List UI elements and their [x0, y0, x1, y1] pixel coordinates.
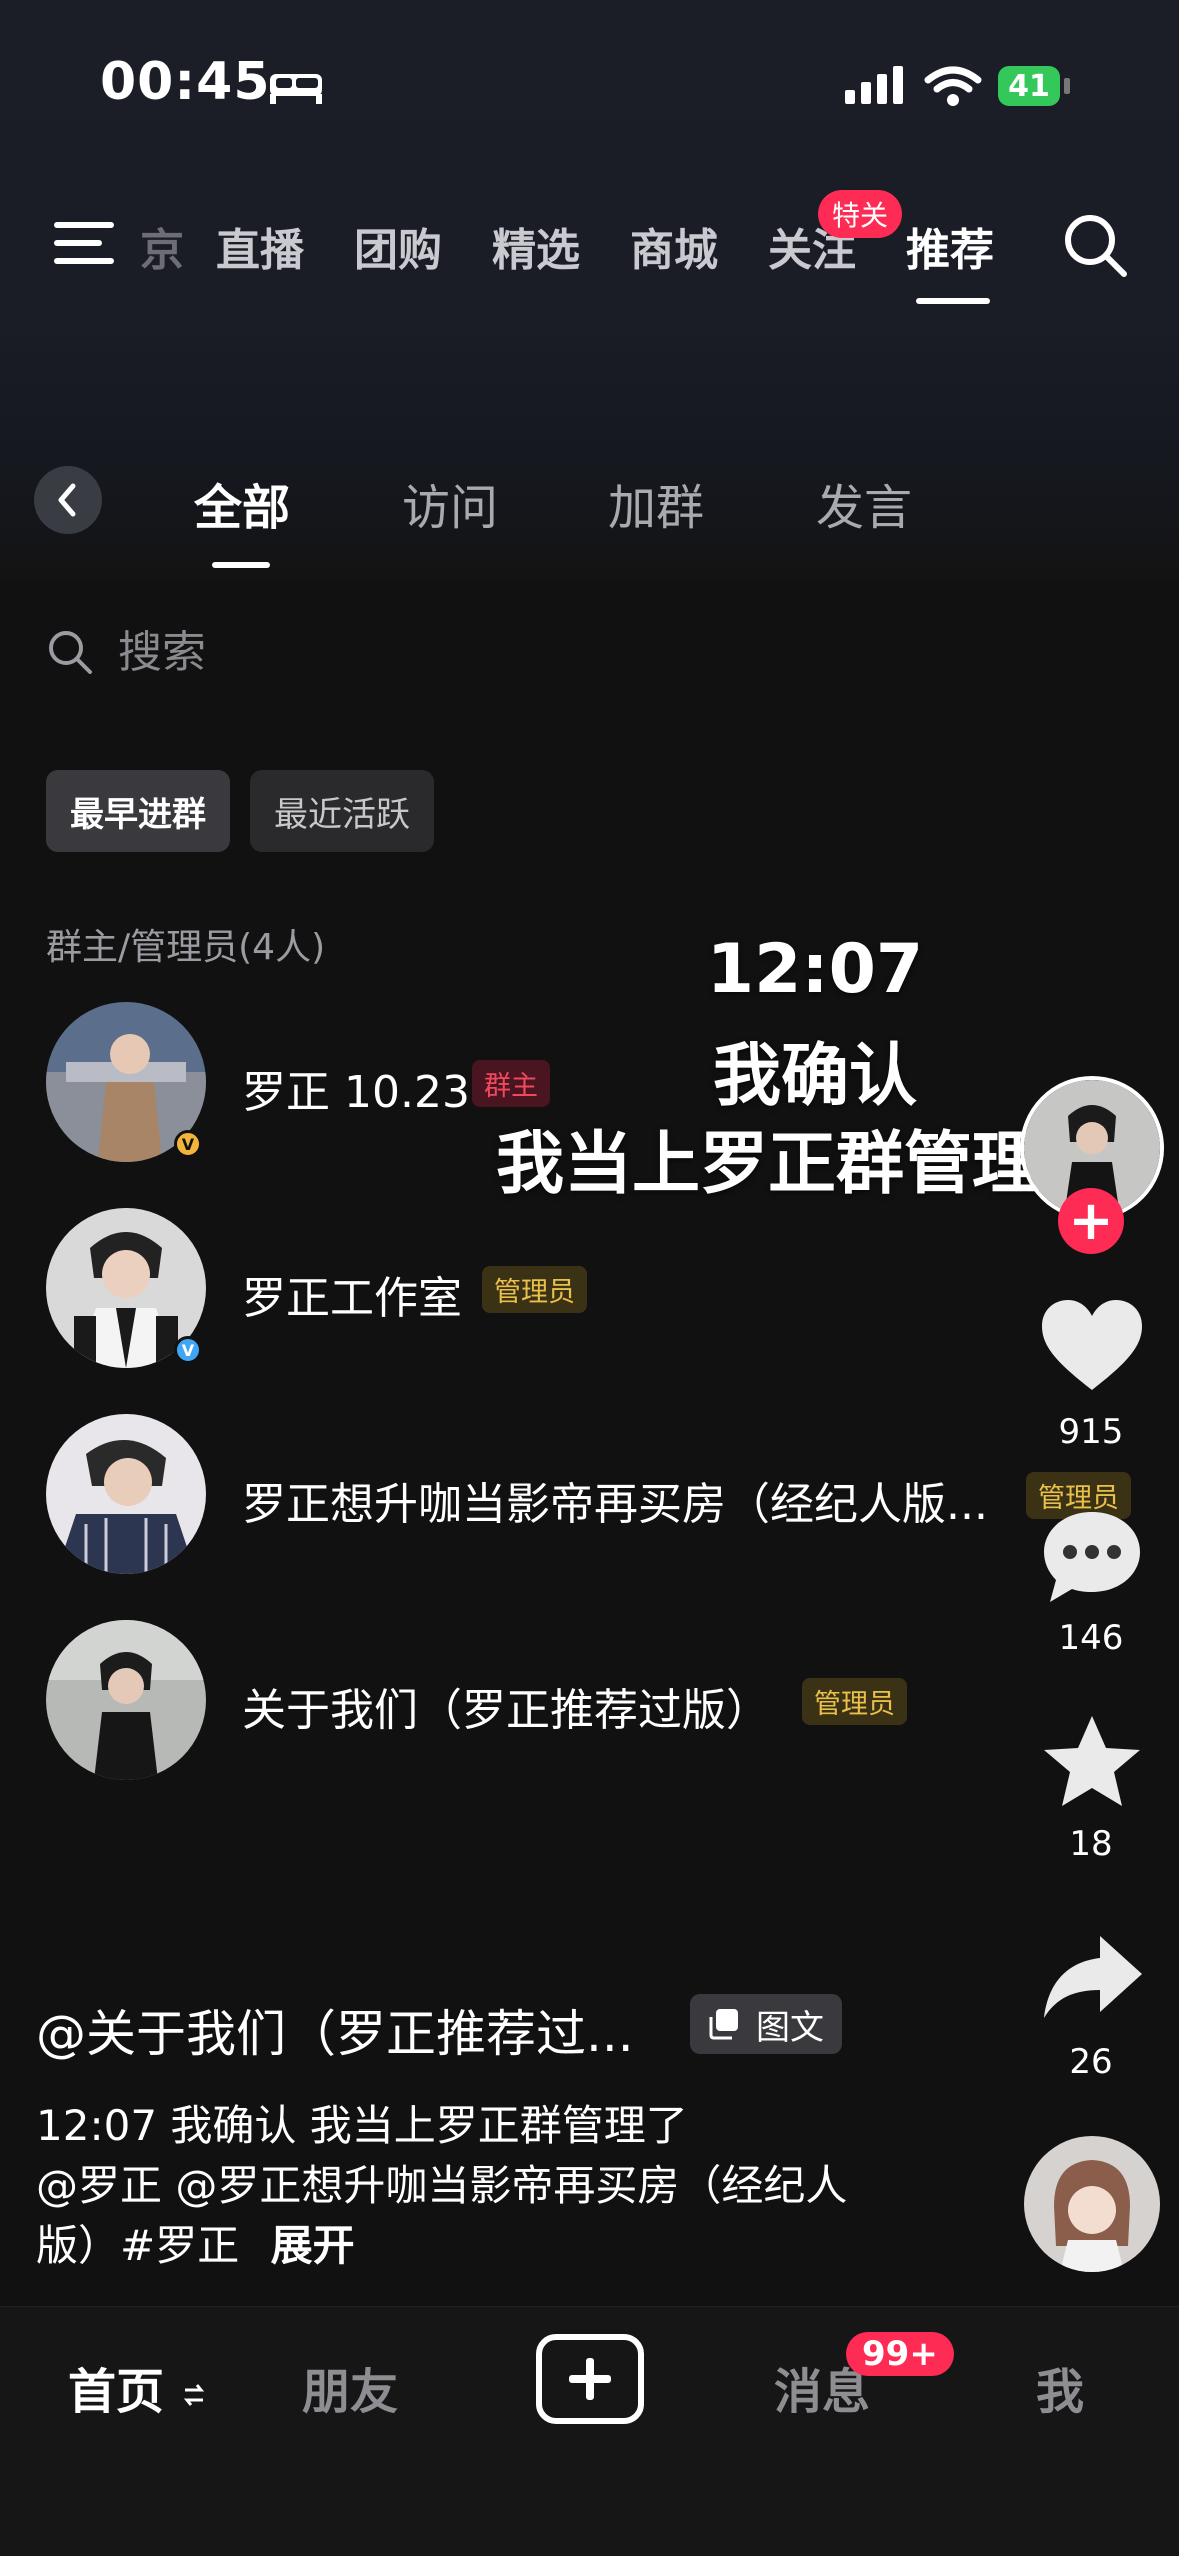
bottom-nav-home[interactable]: 首页: [68, 2352, 207, 2422]
star-icon[interactable]: [1036, 1712, 1148, 1812]
subtab-posts[interactable]: 发言: [816, 468, 912, 538]
avatar: [46, 1620, 206, 1780]
battery-level: 41: [1008, 68, 1050, 104]
member-name: 罗正 10.23: [242, 1067, 470, 1118]
role-badge-admin: 管理员: [802, 1678, 907, 1725]
tab-mall[interactable]: 商城: [630, 214, 718, 278]
cellular-signal-icon: [845, 66, 903, 104]
favorite-count: 18: [1069, 1824, 1113, 1864]
search-input[interactable]: [118, 622, 618, 682]
status-time: 00:45: [100, 52, 271, 112]
tab-active-indicator: [916, 298, 990, 304]
plus-icon: [569, 2358, 611, 2400]
subtab-joins[interactable]: 加群: [608, 468, 704, 538]
filter-earliest-joined[interactable]: 最早进群: [46, 770, 230, 852]
role-badge-admin: 管理员: [482, 1266, 587, 1313]
tab-partial[interactable]: 京: [140, 214, 184, 278]
verified-badge-icon: V: [174, 1336, 202, 1364]
avatar: [46, 1414, 206, 1574]
role-badge-owner: 群主: [472, 1060, 550, 1107]
member-row[interactable]: 关于我们（罗正推荐过版） 管理员: [46, 1620, 1046, 1780]
home-label: 首页: [68, 2364, 165, 2420]
following-badge: 特关: [818, 190, 903, 238]
back-button[interactable]: [34, 466, 102, 534]
bottom-nav-friends[interactable]: 朋友: [302, 2352, 398, 2422]
post-author[interactable]: @关于我们（罗正推荐过...: [36, 1994, 634, 2066]
image-text-icon: [709, 2009, 738, 2040]
heart-icon[interactable]: [1036, 1296, 1148, 1396]
like-count: 915: [1058, 1412, 1124, 1452]
post-type-chip: 图文: [690, 1994, 842, 2054]
member-row[interactable]: 罗正想升咖当影帝再买房（经纪人版... 管理员: [46, 1414, 1146, 1574]
subtab-all[interactable]: 全部: [194, 468, 290, 538]
member-name: 关于我们（罗正推荐过版）: [242, 1685, 770, 1736]
comment-icon[interactable]: [1036, 1506, 1148, 1606]
chevron-left-icon: [58, 483, 76, 517]
tab-group-buy[interactable]: 团购: [354, 214, 442, 278]
post-hashtag-line: 版）#罗正: [36, 2221, 240, 2270]
filter-recently-active[interactable]: 最近活跃: [250, 770, 434, 852]
tab-featured[interactable]: 精选: [492, 214, 580, 278]
menu-icon[interactable]: [52, 218, 116, 268]
follow-plus-button[interactable]: +: [1058, 1188, 1124, 1254]
battery-cap: [1064, 78, 1070, 94]
sleep-bed-icon: [270, 74, 322, 104]
member-name: 罗正想升咖当影帝再买房（经纪人版...: [242, 1479, 988, 1530]
section-label: 群主/管理员(4人): [46, 927, 326, 968]
create-button[interactable]: [536, 2334, 644, 2424]
share-count: 26: [1069, 2042, 1113, 2082]
member-name: 罗正工作室: [242, 1273, 462, 1324]
wifi-icon: [924, 66, 982, 106]
switch-arrows-icon: [183, 2384, 204, 2406]
comment-count: 146: [1058, 1618, 1124, 1658]
tab-recommend[interactable]: 推荐: [906, 214, 994, 278]
verified-badge-icon: V: [174, 1130, 202, 1158]
post-description-line: 12:07 我确认 我当上罗正群管理了: [36, 2101, 688, 2150]
tab-live[interactable]: 直播: [216, 214, 304, 278]
post-type-label: 图文: [756, 2007, 824, 2048]
subtab-visits[interactable]: 访问: [402, 468, 498, 538]
bottom-nav-me[interactable]: 我: [1036, 2352, 1084, 2422]
post-description-line: 版）#罗正 展开: [36, 2212, 355, 2273]
search-icon[interactable]: [1060, 210, 1130, 280]
subtab-active-indicator: [212, 562, 270, 568]
expand-link[interactable]: 展开: [271, 2221, 355, 2270]
share-arrow-icon[interactable]: [1036, 1928, 1148, 2028]
overlay-caption-line: 12:07: [706, 930, 924, 1009]
member-row[interactable]: V 罗正工作室 管理员: [46, 1208, 1046, 1368]
overlay-caption-line: 我确认: [712, 1037, 917, 1116]
overlay-caption-line: 我当上罗正群管理: [496, 1125, 1041, 1204]
post-description-line: @罗正 @罗正想升咖当影帝再买房（经纪人: [36, 2161, 848, 2210]
search-icon: [49, 631, 92, 674]
music-disc[interactable]: [1024, 2136, 1160, 2272]
battery-indicator: 41: [998, 66, 1060, 106]
messages-badge: 99+: [846, 2332, 954, 2376]
